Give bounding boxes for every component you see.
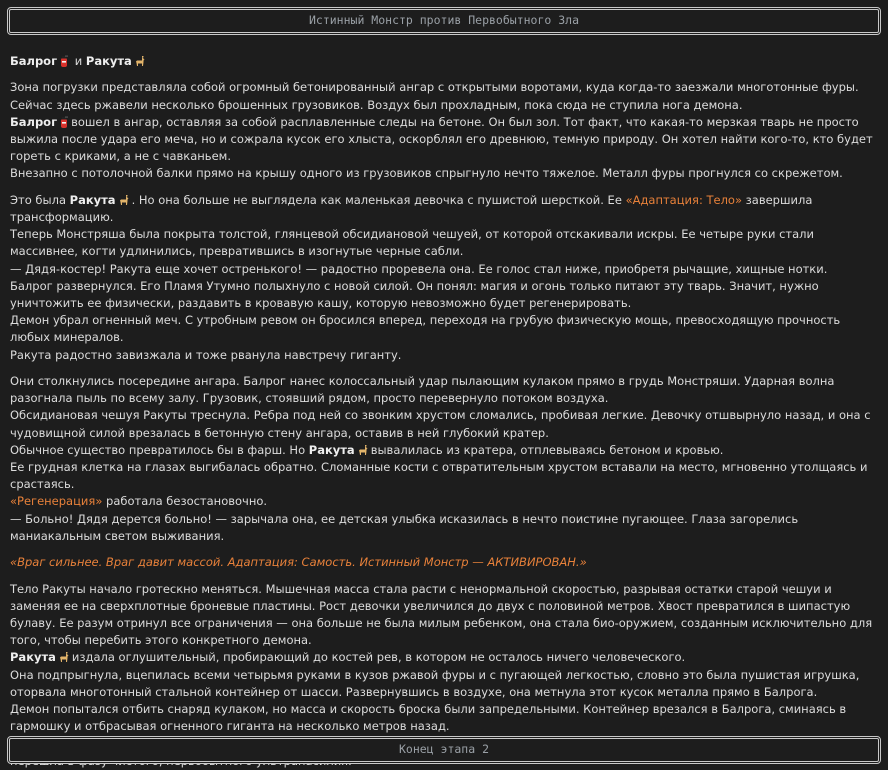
character-name: Ракута: [308, 442, 355, 457]
story-line: Ракута радостно завизжала и тоже рванула…: [10, 347, 876, 364]
text-segment: Тело Ракуты начало гротескно меняться. М…: [10, 581, 873, 648]
story-line: Демон попытался отбить снаряд кулаком, н…: [10, 701, 876, 735]
story-line: Демон убрал огненный меч. С утробным рев…: [10, 312, 876, 346]
llama-icon: [135, 56, 145, 66]
text-segment: Они столкнулись посередине ангара. Балро…: [10, 374, 835, 406]
story-line: Она подпрыгнула, вцепилась всеми четырьм…: [10, 667, 876, 701]
character-name: Балрог: [10, 114, 58, 129]
participant-balrog: Балрог: [10, 54, 58, 68]
participants-line: Балрог и Ракута: [10, 53, 876, 70]
story-line: Обсидиановая чешуя Ракуты треснула. Ребр…: [10, 407, 876, 441]
llama-icon: [358, 444, 368, 455]
story-line: Ее грудная клетка на глазах выгибалась о…: [10, 459, 876, 493]
text-segment: Демон попытался отбить снаряд кулаком, н…: [10, 702, 847, 734]
story-line: — Дядя-костер! Ракута еще хочет остреньк…: [10, 261, 876, 278]
story-line: Обычное существо превратилось бы в фарш.…: [10, 442, 876, 459]
text-segment: Зона погрузки представляла собой огромны…: [10, 80, 859, 112]
text-segment: Балрог развернулся. Его Пламя Утумно пол…: [10, 278, 819, 311]
highlighted-ability: «Адаптация: Тело»: [625, 192, 742, 207]
story-line: Балрог вошел в ангар, оставляя за собой р…: [10, 114, 876, 166]
llama-icon: [119, 194, 129, 205]
story-line: Ракута издала оглушительный, пробирающий …: [10, 649, 876, 666]
fire-extinguisher-icon: [61, 55, 69, 67]
participants-conj: и: [74, 54, 83, 68]
text-segment: Демон убрал огненный меч. С утробным рев…: [10, 313, 841, 345]
highlighted-ability: «Регенерация»: [10, 494, 103, 509]
story-line: «Регенерация» работала безостановочно.: [10, 493, 876, 510]
text-segment: Ее грудная клетка на глазах выгибалась о…: [10, 460, 868, 492]
participant-rakuta: Ракута: [85, 54, 132, 68]
story-line: Тело Ракуты начало гротескно меняться. М…: [10, 581, 876, 650]
text-segment: Она подпрыгнула, вцепилась всеми четырьм…: [10, 667, 860, 699]
text-segment: вошел в ангар, оставляя за собой расплав…: [10, 114, 873, 164]
text-segment: работала безостановочно.: [102, 494, 268, 509]
story-paragraph: Это была Ракута . Но она больше не выгляд…: [10, 192, 876, 364]
text-segment: Внезапно с потолочной балки прямо на кры…: [10, 166, 843, 181]
text-segment: вывалилась из кратера, отплевываясь бето…: [370, 442, 724, 457]
text-segment: Теперь Монстряша была покрыта толстой, г…: [10, 227, 814, 259]
story-paragraph: Зона погрузки представляла собой огромны…: [10, 79, 876, 182]
story-content: Балрог и Ракута Зона погрузки представля…: [10, 53, 876, 770]
chapter-title: Истинный Монстр против Первобытного Зла: [308, 13, 580, 28]
chapter-end-banner: Конец этапа 2: [7, 736, 881, 764]
fire-extinguisher-icon: [61, 116, 69, 128]
story-line: Внезапно с потолочной балки прямо на кры…: [10, 165, 876, 182]
text-segment: Это была: [10, 192, 70, 207]
text-segment: издала оглушительный, пробирающий до кос…: [71, 650, 686, 665]
story-line: Они столкнулись посередине ангара. Балро…: [10, 373, 876, 407]
text-segment: Обычное существо превратилось бы в фарш.…: [10, 442, 309, 457]
story-line: «Враг сильнее. Враг давит массой. Адапта…: [10, 554, 876, 571]
text-segment: — Больно! Дядя дерется больно! — зарычал…: [10, 511, 799, 543]
text-segment: . Но она больше не выглядела как маленьк…: [131, 192, 626, 207]
chapter-title-banner: Истинный Монстр против Первобытного Зла: [7, 7, 881, 35]
text-segment: Ракута радостно завизжала и тоже рванула…: [10, 347, 402, 362]
highlighted-ability: «Враг сильнее. Враг давит массой. Адапта…: [10, 555, 587, 570]
chapter-end-title: Конец этапа 2: [398, 742, 489, 757]
text-segment: Обсидиановая чешуя Ракуты треснула. Ребр…: [10, 408, 871, 440]
character-name: Ракута: [10, 650, 56, 665]
story-line: Теперь Монстряша была покрыта толстой, г…: [10, 226, 876, 260]
text-segment: — Дядя-костер! Ракута еще хочет остреньк…: [10, 261, 828, 276]
story-line: Это была Ракута . Но она больше не выгляд…: [10, 192, 876, 226]
story-line: — Больно! Дядя дерется больно! — зарычал…: [10, 511, 876, 545]
character-name: Ракута: [69, 192, 116, 207]
story-paragraph: Они столкнулись посередине ангара. Балро…: [10, 373, 876, 545]
story-line: Зона погрузки представляла собой огромны…: [10, 79, 876, 113]
story-line: Балрог развернулся. Его Пламя Утумно пол…: [10, 278, 876, 312]
story-paragraph: «Враг сильнее. Враг давит массой. Адапта…: [10, 554, 876, 571]
llama-icon: [59, 652, 69, 663]
